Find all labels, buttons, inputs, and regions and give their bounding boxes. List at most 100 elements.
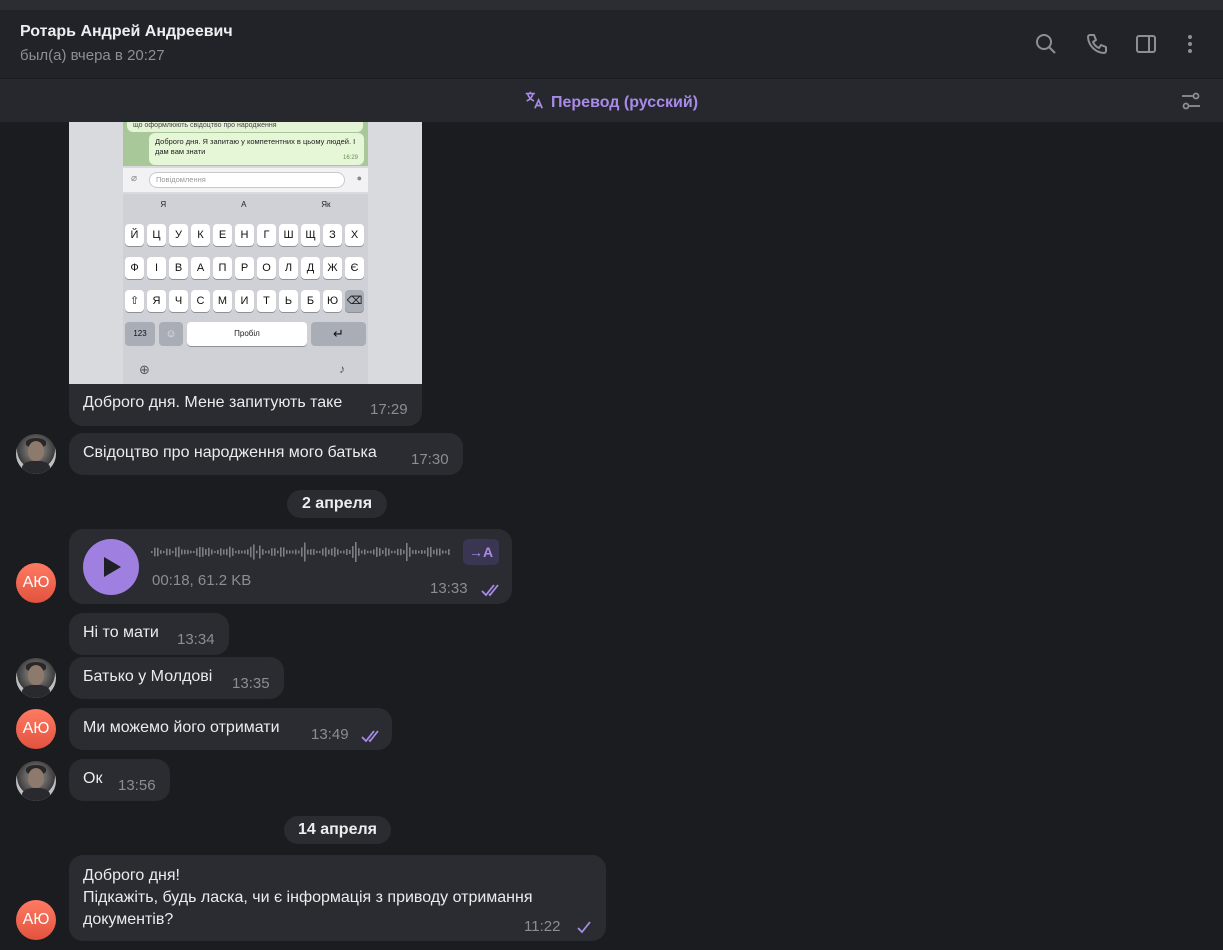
waveform-bar [289, 550, 291, 554]
message-bubble[interactable]: Ми можемо його отримати 13:49 [69, 708, 392, 750]
waveform-bar [418, 550, 420, 554]
more-menu-icon[interactable] [1178, 32, 1202, 56]
waveform-bar [358, 548, 360, 556]
avatar-body [22, 461, 50, 474]
message-list[interactable]: що оформлюють свідоцтво про народження Д… [0, 122, 1223, 950]
keyboard-key: Щ [301, 224, 320, 246]
waveform-bar [211, 549, 213, 555]
message-time: 13:34 [177, 631, 215, 648]
voice-waveform[interactable] [151, 541, 451, 563]
shift-key-icon: ⇧ [125, 290, 144, 312]
keyboard-key: К [191, 224, 210, 246]
search-icon[interactable] [1034, 32, 1058, 56]
message-time: 13:56 [118, 777, 156, 794]
waveform-bar [286, 550, 288, 554]
waveform-bar [400, 548, 402, 556]
message-bubble[interactable]: Ок 13:56 [69, 759, 170, 801]
waveform-bar [166, 548, 168, 556]
voice-message[interactable]: 00:18, 61.2 KB →A 13:33 [69, 529, 512, 604]
keyboard-key: У [169, 224, 188, 246]
screenshot-bubble-time: 16:29 [342, 155, 358, 161]
translate-settings-icon[interactable] [1179, 89, 1203, 113]
keyboard-key: З [323, 224, 342, 246]
waveform-bar [367, 550, 369, 554]
waveform-bar [256, 550, 258, 554]
photo-attachment[interactable]: що оформлюють свідоцтво про народження Д… [69, 122, 422, 393]
message-bubble[interactable]: Батько у Молдові 13:35 [69, 657, 284, 699]
backspace-key-icon: ⌫ [345, 290, 364, 312]
waveform-bar [160, 550, 162, 554]
phone-icon[interactable] [1085, 32, 1109, 56]
waveform-bar [442, 550, 444, 554]
message-line-1: Доброго дня! [83, 867, 180, 884]
waveform-bar [283, 547, 285, 557]
keyboard-key: Ч [169, 290, 188, 312]
message-bubble[interactable]: Ні то мати 13:34 [69, 613, 229, 655]
waveform-bar [421, 550, 423, 554]
keyboard-key: Є [345, 257, 364, 279]
waveform-bar [439, 548, 441, 556]
waveform-bar [295, 549, 297, 555]
avatar[interactable]: АЮ [16, 900, 56, 940]
waveform-bar [325, 547, 327, 557]
screenshot-input-row: ⌀ Повідомлення ● [123, 168, 368, 192]
waveform-bar [154, 547, 156, 557]
message-bubble[interactable]: Свідоцтво про народження мого батька 17:… [69, 433, 463, 475]
window-top-strip [0, 0, 1223, 10]
chat-header[interactable]: Ротарь Андрей Андреевич был(а) вчера в 2… [0, 10, 1223, 78]
waveform-bar [259, 545, 261, 559]
read-checks-icon [481, 584, 499, 597]
waveform-bar [448, 549, 450, 555]
waveform-bar [361, 550, 363, 554]
waveform-bar [250, 546, 252, 558]
avatar[interactable]: АЮ [16, 563, 56, 603]
message-line-2: Підкажіть, будь ласка, чи є інформація з… [83, 889, 533, 906]
waveform-bar [235, 550, 237, 554]
play-button[interactable] [83, 539, 139, 595]
avatar[interactable] [16, 658, 56, 698]
waveform-bar [301, 547, 303, 557]
transcribe-button[interactable]: →A [463, 539, 499, 565]
waveform-bar [208, 547, 210, 557]
waveform-bar [265, 550, 267, 554]
waveform-bar [151, 551, 153, 553]
waveform-bar [199, 546, 201, 558]
contact-name[interactable]: Ротарь Андрей Андреевич [20, 23, 233, 41]
message-bubble[interactable]: Доброго дня! Підкажіть, будь ласка, чи є… [69, 855, 606, 941]
keyboard-key: Ж [323, 257, 342, 279]
waveform-bar [247, 549, 249, 555]
keyboard-key: І [147, 257, 166, 279]
keyboard-key: Б [301, 290, 320, 312]
sidebar-toggle-icon[interactable] [1134, 32, 1158, 56]
waveform-bar [229, 546, 231, 558]
emoji-key-icon: ☺ [159, 322, 183, 346]
screenshot-keyboard: Я А Як ЙЦУКЕНГШЩЗХ ФІВАПРОЛДЖЄ ⇧ Я Ч С М И Т Ь Б… [123, 194, 368, 393]
waveform-bar [253, 544, 255, 560]
keyboard-row-2: ФІВАПРОЛДЖЄ [125, 257, 364, 279]
keyboard-key: Ш [279, 224, 298, 246]
waveform-bar [349, 550, 351, 554]
keyboard-mic-icon: ♪ [339, 362, 345, 376]
keyboard-key: И [235, 290, 254, 312]
photo-caption-bubble[interactable]: Доброго дня. Мене запитують таке 17:29 [69, 384, 422, 426]
waveform-bar [205, 549, 207, 555]
waveform-bar [313, 549, 315, 555]
read-checks-icon [361, 730, 379, 743]
waveform-bar [223, 549, 225, 555]
sent-check-icon [577, 921, 591, 934]
avatar[interactable] [16, 761, 56, 801]
suggestion: Я [160, 200, 167, 209]
waveform-bar [406, 542, 408, 562]
waveform-bar [355, 542, 357, 562]
avatar[interactable] [16, 434, 56, 474]
key-123: 123 [125, 322, 155, 346]
keyboard-key: Л [279, 257, 298, 279]
waveform-bar [169, 548, 171, 556]
waveform-bar [430, 546, 432, 558]
waveform-bar [226, 548, 228, 556]
waveform-bar [427, 547, 429, 557]
return-key-icon: ↵ [311, 322, 366, 346]
date-separator: 2 апреля [287, 490, 387, 518]
avatar[interactable]: АЮ [16, 709, 56, 749]
translate-button[interactable]: Перевод (русский) [523, 89, 698, 116]
